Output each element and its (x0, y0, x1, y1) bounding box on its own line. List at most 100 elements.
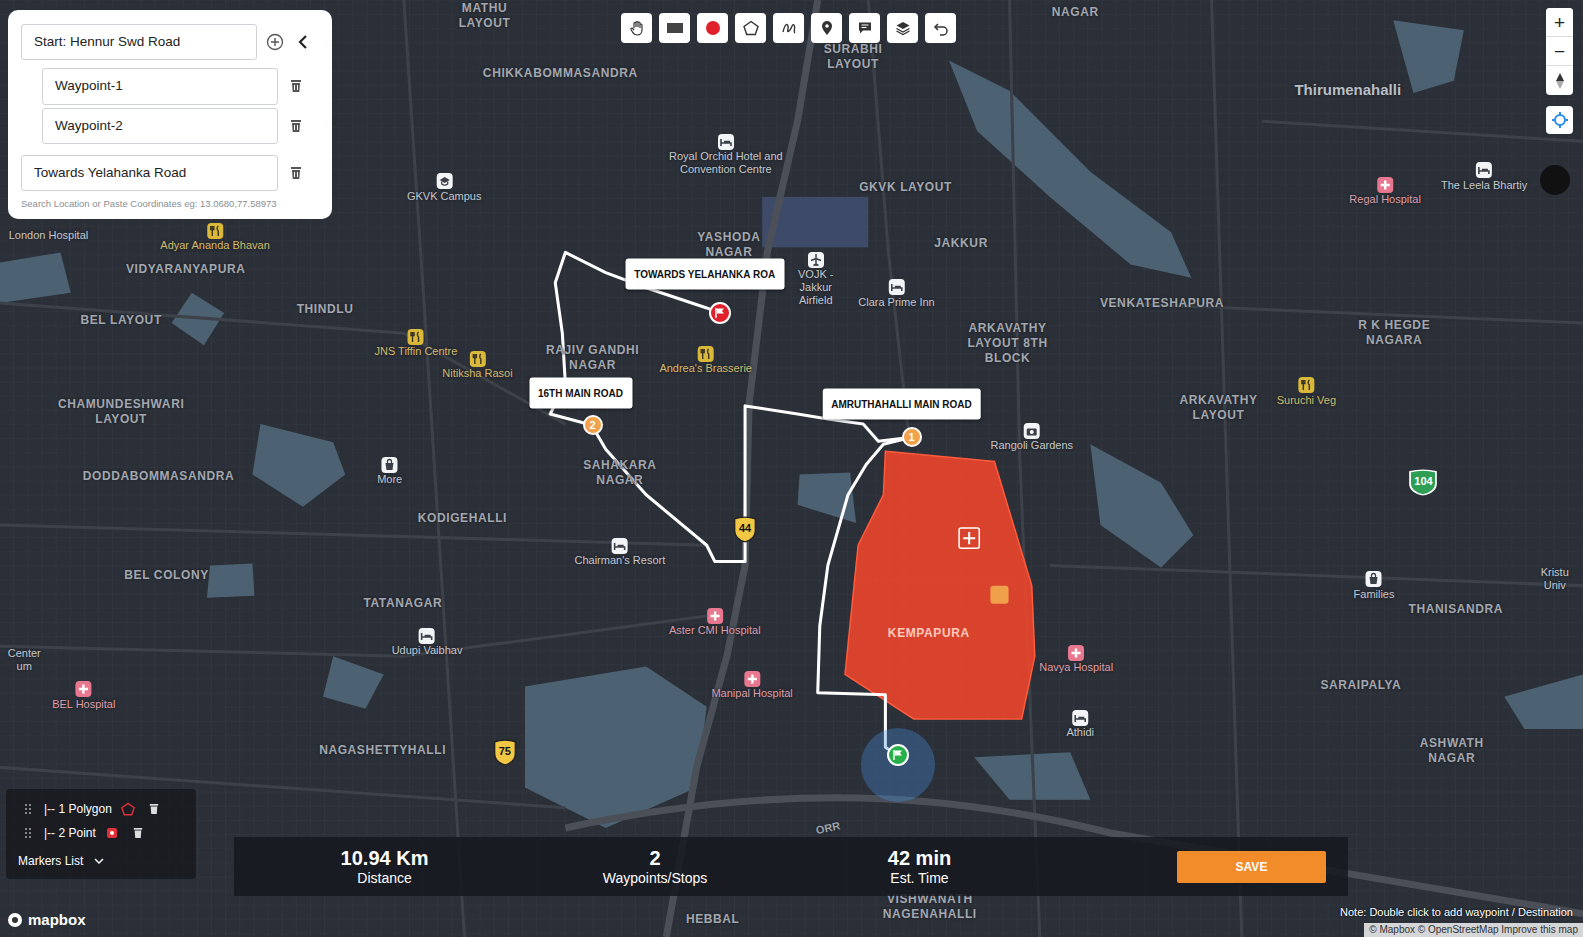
trash-icon[interactable] (144, 799, 164, 819)
save-button[interactable]: SAVE (1177, 851, 1326, 883)
place-label: CHIKKABOMMASANDRA (483, 65, 638, 80)
collapse-chevron-icon[interactable] (293, 32, 313, 52)
place-label: TATANAGAR (363, 595, 442, 610)
pin-icon (820, 20, 834, 36)
stat-label: Distance (234, 869, 535, 887)
marker-list-item[interactable]: |-- 1 Polygon (18, 797, 186, 821)
attribution-box: © Mapbox © OpenStreetMap Improve this ma… (1364, 923, 1583, 937)
place-label: R K HEGDE NAGARA (1349, 318, 1439, 348)
place-label: KODIGEHALLI (418, 510, 507, 525)
stat-label: Est. Time (775, 869, 1064, 887)
poi-label: Clara Prime Inn (858, 296, 934, 309)
hotel-icon (887, 275, 905, 293)
drag-handle-icon[interactable] (18, 799, 38, 819)
destination-flag-marker[interactable] (709, 302, 731, 324)
poi-label: Udupi Vaibhav (392, 644, 463, 657)
start-flag-marker[interactable] (887, 744, 909, 766)
shop-icon (381, 452, 399, 470)
marker-list-item[interactable]: |-- 2 Point (18, 821, 186, 845)
map-poi: Chairman's Resort (574, 533, 665, 567)
zoom-out-button[interactable]: − (1546, 37, 1573, 66)
waypoint-input[interactable] (42, 68, 278, 104)
poi-label: Andrea's Brasserie (659, 362, 752, 375)
poi-label: JNS Tiffin Centre (374, 345, 457, 358)
road-callout: AMRUTHAHALLI MAIN ROAD (822, 388, 981, 419)
circle-tool-button[interactable] (697, 13, 728, 43)
food-icon (697, 341, 715, 359)
poi-label: GKVK Campus (407, 190, 482, 203)
undo-button[interactable] (925, 13, 956, 43)
shield-number: 104 (1414, 472, 1432, 489)
poi-label: Athidi (1066, 726, 1094, 739)
drawing-toolbar (621, 13, 956, 43)
zoom-controls: +− (1546, 8, 1573, 95)
waypoint-marker[interactable]: 2 (583, 415, 603, 435)
place-label: VISHWANATH NAGENAHALLI (860, 892, 1000, 922)
point-icon (102, 823, 122, 843)
poi-label: Chairman's Resort (574, 554, 665, 567)
waypoint-input[interactable] (42, 108, 278, 144)
pan-tool-button[interactable] (621, 13, 652, 43)
locate-button[interactable] (1546, 106, 1573, 134)
place-label: THANISANDRA (1408, 601, 1503, 616)
zoom-in-button[interactable]: + (1546, 8, 1573, 37)
waypoint-row (42, 108, 320, 144)
map-poi: The Leela Bhartiy (1441, 158, 1527, 192)
chevron-down-icon (89, 851, 109, 871)
poi-label: Aster CMI Hospital (669, 624, 761, 637)
freehand-tool-button[interactable] (773, 13, 804, 43)
layers-button[interactable] (887, 13, 918, 43)
add-waypoint-icon[interactable] (265, 32, 285, 52)
destination-input[interactable] (21, 155, 278, 191)
waypoint-marker[interactable]: 1 (902, 427, 922, 447)
poi-label: Rangoli Gardens (990, 439, 1073, 452)
poi-label: Nitiksha Rasoi (442, 367, 512, 380)
shield-number: 75 (499, 743, 511, 760)
waypoint-list (21, 68, 320, 144)
place-label: BEL LAYOUT (80, 313, 161, 328)
camera-icon (1023, 418, 1041, 436)
place-label: SURABHI LAYOUT (818, 42, 888, 72)
map-poi: Udupi Vaibhav (392, 623, 463, 657)
freehand-icon (781, 20, 797, 36)
polygon-tool-button[interactable] (735, 13, 766, 43)
flag-icon (710, 303, 730, 323)
place-label: Kristu Univ (1535, 566, 1575, 592)
place-label: SAHAKARA NAGAR (580, 458, 660, 488)
route-panel: Search Location or Paste Coordinates eg:… (8, 10, 332, 219)
stat-value: 42 min (775, 847, 1064, 869)
poi-label: Navya Hospital (1039, 661, 1113, 674)
markers-list-toggle[interactable]: Markers List (18, 851, 186, 871)
marker-tool-button[interactable] (811, 13, 842, 43)
comment-tool-button[interactable] (849, 13, 880, 43)
hotel-icon (1475, 158, 1493, 176)
trash-icon[interactable] (286, 76, 306, 96)
drag-handle-icon[interactable] (18, 823, 38, 843)
rectangle-icon (666, 21, 684, 35)
place-label: YASHODA NAGAR (694, 230, 764, 260)
poi-label: More (377, 473, 402, 486)
map-poi: More (377, 452, 402, 486)
mapbox-logo[interactable]: mapbox (5, 909, 86, 932)
hotel-icon (611, 533, 629, 551)
poi-label: BEL Hospital (52, 698, 115, 711)
trash-icon[interactable] (286, 163, 306, 183)
map-poi: VOJK - Jakkur Airfield (787, 247, 845, 307)
hotel-icon (717, 129, 735, 147)
attribution-text[interactable]: © Mapbox © OpenStreetMap Improve this ma… (1369, 924, 1578, 935)
compass-icon[interactable] (1546, 66, 1573, 95)
trash-icon[interactable] (128, 823, 148, 843)
place-label: VENKATESHAPURA (1100, 295, 1224, 310)
place-label: CHAMUNDESHWARI LAYOUT (51, 397, 191, 427)
trash-icon[interactable] (286, 116, 306, 136)
place-label: Thirumenahalli (1294, 79, 1401, 102)
map-canvas[interactable]: MATHU LAYOUTCHIKKABOMMASANDRASURABHI LAY… (0, 0, 1583, 937)
rectangle-tool-button[interactable] (659, 13, 690, 43)
map-poi: GKVK Campus (407, 169, 482, 203)
place-label: SARAIPALYA (1320, 677, 1401, 692)
place-label: ASHWATH NAGAR (1412, 736, 1492, 766)
hospital-icon (75, 677, 93, 695)
start-input[interactable] (21, 24, 257, 60)
map-poi: Aster CMI Hospital (669, 603, 761, 637)
dark-mode-toggle[interactable] (1540, 165, 1570, 195)
